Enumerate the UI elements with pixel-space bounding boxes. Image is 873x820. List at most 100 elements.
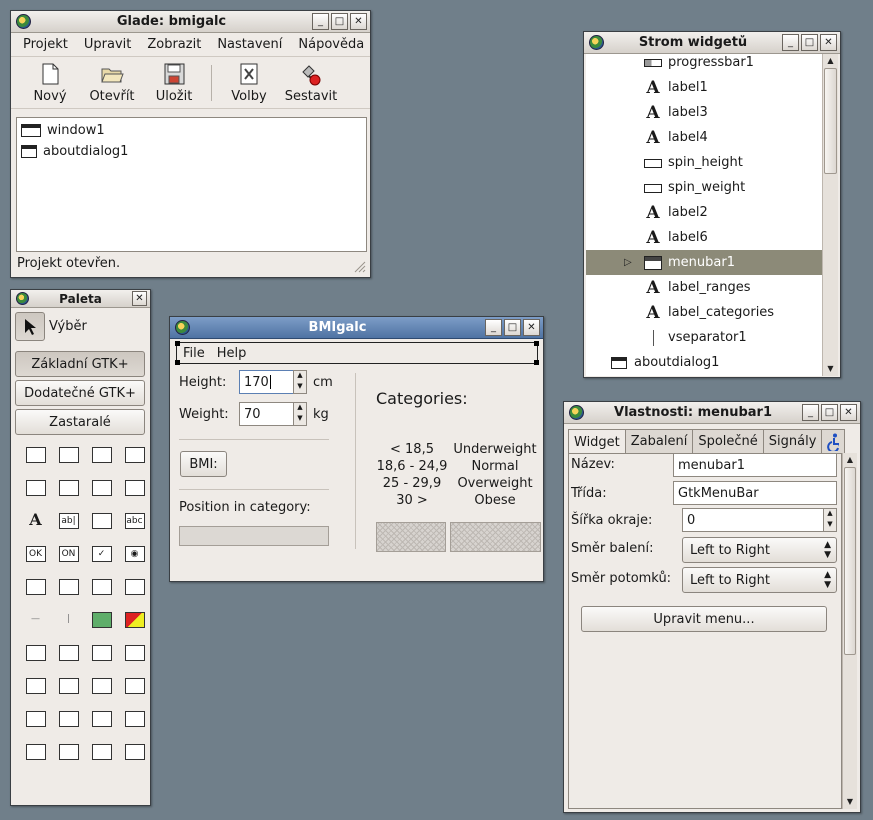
- menu-zobrazit[interactable]: Zobrazit: [139, 37, 209, 52]
- tree-row[interactable]: Alabel6: [586, 225, 822, 250]
- palette-alignment-icon[interactable]: [85, 735, 118, 768]
- tab-common[interactable]: Společné: [692, 429, 764, 453]
- scroll-thumb[interactable]: [844, 467, 856, 655]
- properties-titlebar[interactable]: Vlastnosti: menubar1 _ □ ✕: [564, 402, 860, 424]
- palette-vruler-icon[interactable]: [52, 702, 85, 735]
- palette-file-dialog-icon[interactable]: [52, 636, 85, 669]
- palette-ok-icon[interactable]: OK: [19, 537, 52, 570]
- palette-drawing-icon[interactable]: [118, 603, 151, 636]
- up-arrow-icon[interactable]: ▲: [294, 403, 306, 414]
- build-button[interactable]: Sestavit: [280, 58, 342, 108]
- glade-titlebar[interactable]: Glade: bmigalc _ □ ✕: [11, 11, 370, 33]
- close-button[interactable]: ✕: [132, 291, 147, 306]
- palette-entry-icon[interactable]: ab|: [52, 504, 85, 537]
- up-arrow-icon[interactable]: ▲: [824, 509, 836, 520]
- empty-placeholder[interactable]: [376, 522, 446, 552]
- palette-image-icon[interactable]: [85, 603, 118, 636]
- palette-color-dialog-icon[interactable]: [85, 636, 118, 669]
- tab-signals[interactable]: Signály: [762, 429, 823, 453]
- palette-check-icon[interactable]: ✓: [85, 537, 118, 570]
- tab-packing[interactable]: Zabalení: [624, 429, 694, 453]
- scroll-thumb[interactable]: [824, 68, 837, 174]
- open-button[interactable]: Otevřít: [81, 58, 143, 108]
- scroll-down-arrow-icon[interactable]: ▼: [843, 795, 857, 809]
- tree-row[interactable]: aboutdialog1: [586, 350, 822, 375]
- new-button[interactable]: Nový: [19, 58, 81, 108]
- tab-accessibility[interactable]: [821, 429, 846, 453]
- close-button[interactable]: ✕: [523, 319, 540, 336]
- tree-scrollbar[interactable]: ▲ ▼: [822, 54, 838, 376]
- list-item[interactable]: window1: [17, 120, 366, 141]
- palette-vscale-icon[interactable]: [85, 702, 118, 735]
- palette-titlebar[interactable]: Paleta ✕: [11, 290, 150, 308]
- close-button[interactable]: ✕: [820, 34, 837, 51]
- minimize-button[interactable]: _: [802, 404, 819, 421]
- palette-text-view-icon[interactable]: [85, 504, 118, 537]
- border-width-stepper[interactable]: ▲ ▼: [823, 508, 837, 532]
- pack-direction-select[interactable]: Left to Right ▲ ▼: [682, 537, 837, 563]
- palette-font-dialog-icon[interactable]: [118, 636, 151, 669]
- class-input[interactable]: GtkMenuBar: [673, 481, 837, 505]
- menu-projekt[interactable]: Projekt: [15, 37, 76, 52]
- palette-radio-icon[interactable]: ◉: [118, 537, 151, 570]
- bmi-titlebar[interactable]: BMIgalc _ □ ✕: [170, 317, 543, 339]
- scroll-down-arrow-icon[interactable]: ▼: [823, 362, 838, 376]
- tree-row[interactable]: spin_weight: [586, 175, 822, 200]
- palette-on-icon[interactable]: ON: [52, 537, 85, 570]
- expander-arrow-icon[interactable]: ▷: [624, 257, 632, 268]
- tree-row[interactable]: vseparator1: [586, 325, 822, 350]
- tree-row[interactable]: spin_height: [586, 150, 822, 175]
- maximize-button[interactable]: □: [331, 13, 348, 30]
- menu-help[interactable]: Help: [211, 346, 253, 361]
- menu-nastaveni[interactable]: Nastavení: [209, 37, 290, 52]
- palette-frame-icon[interactable]: [19, 735, 52, 768]
- palette-vpaned-icon[interactable]: [52, 669, 85, 702]
- palette-check-box-icon[interactable]: [52, 471, 85, 504]
- tree-row[interactable]: progressbar1: [586, 54, 822, 75]
- palette-menubar-icon[interactable]: [85, 438, 118, 471]
- palette-tree-icon[interactable]: [85, 570, 118, 603]
- palette-button-box-icon[interactable]: [19, 471, 52, 504]
- palette-dialog-icon[interactable]: [19, 636, 52, 669]
- tree-row[interactable]: Alabel2: [586, 200, 822, 225]
- project-widget-list[interactable]: window1 aboutdialog1: [16, 117, 367, 252]
- palette-text-icon[interactable]: abc: [118, 504, 151, 537]
- palette-table-icon[interactable]: [118, 570, 151, 603]
- tree-row[interactable]: Alabel3: [586, 100, 822, 125]
- minimize-button[interactable]: _: [485, 319, 502, 336]
- palette-paned-icon[interactable]: [19, 669, 52, 702]
- up-arrow-icon[interactable]: ▲: [294, 371, 306, 382]
- tree-row[interactable]: Alabel_categories: [586, 300, 822, 325]
- palette-vsep-icon[interactable]: |: [52, 603, 85, 636]
- tree-titlebar[interactable]: Strom widgetů _ □ ✕: [584, 32, 840, 54]
- weight-stepper[interactable]: ▲ ▼: [293, 402, 307, 426]
- palette-hbox-icon[interactable]: [118, 471, 151, 504]
- menu-napoveda[interactable]: Nápověda: [290, 37, 372, 52]
- preferences-button[interactable]: Volby: [218, 58, 280, 108]
- down-arrow-icon[interactable]: ▼: [294, 382, 306, 393]
- weight-input[interactable]: 70: [239, 402, 294, 426]
- palette-toolbar-icon[interactable]: [52, 438, 85, 471]
- tree-row[interactable]: Alabel1: [586, 75, 822, 100]
- palette-radio-box-icon[interactable]: [85, 471, 118, 504]
- tree-row[interactable]: ▷ menubar1: [586, 250, 822, 275]
- list-item[interactable]: aboutdialog1: [17, 141, 366, 162]
- down-arrow-icon[interactable]: ▼: [294, 414, 306, 425]
- close-button[interactable]: ✕: [350, 13, 367, 30]
- palette-window-icon[interactable]: [19, 438, 52, 471]
- palette-table2-icon[interactable]: [85, 669, 118, 702]
- minimize-button[interactable]: _: [782, 34, 799, 51]
- height-stepper[interactable]: ▲ ▼: [293, 370, 307, 394]
- height-input[interactable]: 170: [239, 370, 294, 394]
- palette-label-icon[interactable]: A: [19, 504, 52, 537]
- edit-menu-button[interactable]: Upravit menu...: [581, 606, 827, 632]
- palette-spin-icon[interactable]: [19, 570, 52, 603]
- tree-row[interactable]: Alabel4: [586, 125, 822, 150]
- palette-combo-icon[interactable]: [52, 570, 85, 603]
- palette-statusbar-icon[interactable]: [118, 438, 151, 471]
- scroll-up-arrow-icon[interactable]: ▲: [823, 54, 838, 68]
- child-direction-select[interactable]: Left to Right ▲ ▼: [682, 567, 837, 593]
- widget-tree[interactable]: progressbar1 Alabel1 Alabel3 Alabel4 spin_he…: [586, 54, 822, 376]
- maximize-button[interactable]: □: [504, 319, 521, 336]
- group-basic-gtk[interactable]: Základní GTK+: [15, 351, 145, 377]
